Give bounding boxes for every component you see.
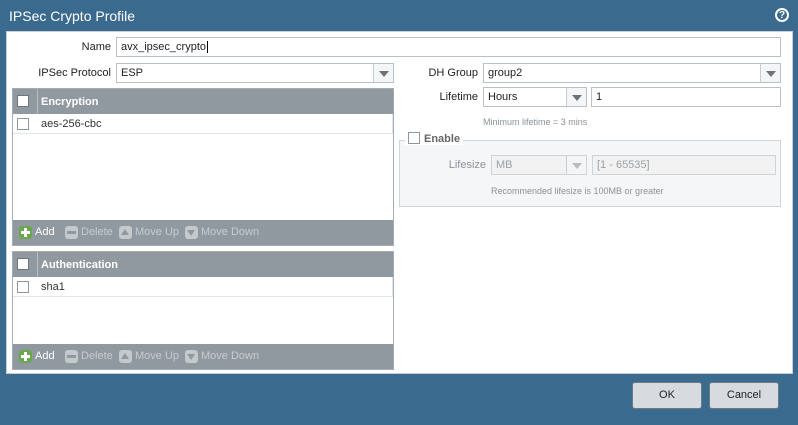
authentication-toolbar: Add Delete Move Up Move Down — [13, 344, 393, 369]
ipsec-protocol-label: IPSec Protocol — [38, 67, 111, 79]
authentication-column-header[interactable]: Authentication — [41, 259, 118, 271]
arrow-up-icon — [119, 226, 132, 239]
arrow-down-icon — [185, 350, 198, 363]
authentication-grid-header: Authentication — [13, 252, 393, 277]
encryption-grid-header: Encryption — [13, 89, 393, 114]
arrow-down-icon — [185, 226, 198, 239]
lifetime-unit-select[interactable]: Hours — [483, 87, 587, 107]
lifesize-hint: Recommended lifesize is 100MB or greater — [491, 186, 664, 196]
header-divider — [37, 252, 38, 277]
table-row[interactable]: sha1 — [13, 277, 393, 297]
header-divider — [37, 89, 38, 114]
move-up-label: Move Up — [135, 350, 180, 362]
row-checkbox[interactable] — [17, 118, 29, 130]
lifetime-hint: Minimum lifetime = 3 mins — [483, 117, 588, 127]
table-row[interactable]: aes-256-cbc — [13, 114, 393, 134]
add-label: Add — [35, 350, 55, 362]
dialog-body: Name avx_ipsec_crypto IPSec Protocol ESP… — [6, 31, 793, 374]
dh-group-select[interactable]: group2 — [483, 63, 781, 83]
encryption-grid: Encryption aes-256-cbc Add Delete Move U… — [12, 88, 394, 246]
delete-label: Delete — [81, 350, 113, 362]
lifesize-unit-value: MB — [496, 159, 513, 171]
authentication-value: sha1 — [41, 281, 65, 293]
chevron-down-icon[interactable] — [760, 64, 780, 82]
plus-icon — [19, 226, 32, 239]
chevron-down-icon[interactable] — [373, 64, 393, 82]
cancel-button[interactable]: Cancel — [709, 382, 779, 409]
minus-icon — [65, 350, 78, 363]
arrow-up-icon — [119, 350, 132, 363]
encryption-value: aes-256-cbc — [41, 118, 102, 130]
row-checkbox[interactable] — [17, 281, 29, 293]
lifetime-value-field[interactable]: 1 — [591, 87, 781, 107]
ipsec-protocol-select[interactable]: ESP — [116, 63, 394, 83]
authentication-grid: Authentication sha1 Add Delete Move Up M… — [12, 251, 394, 370]
ipsec-protocol-value: ESP — [121, 67, 144, 79]
encryption-toolbar: Add Delete Move Up Move Down — [13, 220, 393, 245]
move-down-label: Move Down — [201, 350, 260, 362]
add-authentication-button[interactable]: Add — [19, 350, 55, 364]
select-all-checkbox[interactable] — [17, 95, 29, 107]
text-cursor — [207, 41, 208, 53]
name-value: avx_ipsec_crypto — [121, 41, 206, 53]
lifesize-fieldset: Lifesize MB [1 - 65535] Recommended life… — [399, 140, 781, 207]
add-label: Add — [35, 226, 55, 238]
move-down-authentication-button[interactable]: Move Down — [185, 350, 259, 364]
delete-authentication-button[interactable]: Delete — [65, 350, 113, 364]
move-down-label: Move Down — [201, 226, 260, 238]
ipsec-crypto-profile-dialog: IPSec Crypto Profile ? Name avx_ipsec_cr… — [0, 0, 798, 425]
chevron-down-icon[interactable] — [566, 88, 586, 106]
move-up-encryption-button[interactable]: Move Up — [119, 226, 179, 240]
help-icon[interactable]: ? — [775, 8, 789, 22]
chevron-down-icon[interactable] — [566, 156, 586, 174]
name-label: Name — [81, 41, 111, 53]
lifesize-label: Lifesize — [448, 159, 486, 171]
dialog-titlebar: IPSec Crypto Profile ? — [0, 0, 798, 30]
enable-lifesize-toggle[interactable]: Enable — [405, 132, 464, 145]
scrollbar-track — [392, 114, 393, 134]
dh-group-value: group2 — [488, 67, 523, 79]
dialog-title: IPSec Crypto Profile — [9, 8, 136, 24]
delete-encryption-button[interactable]: Delete — [65, 226, 113, 240]
lifetime-unit-value: Hours — [488, 91, 518, 103]
encryption-column-header[interactable]: Encryption — [41, 96, 98, 108]
minus-icon — [65, 226, 78, 239]
lifesize-unit-select[interactable]: MB — [491, 155, 587, 175]
move-up-label: Move Up — [135, 226, 180, 238]
lifetime-value: 1 — [596, 91, 603, 103]
delete-label: Delete — [81, 226, 113, 238]
move-up-authentication-button[interactable]: Move Up — [119, 350, 179, 364]
ok-button[interactable]: OK — [632, 382, 702, 409]
lifetime-label: Lifetime — [439, 91, 478, 103]
select-all-checkbox[interactable] — [17, 258, 29, 270]
plus-icon — [19, 350, 32, 363]
enable-checkbox[interactable] — [408, 132, 420, 144]
scrollbar-track — [392, 277, 393, 297]
name-field[interactable]: avx_ipsec_crypto — [116, 37, 781, 57]
dh-group-label: DH Group — [428, 67, 478, 79]
add-encryption-button[interactable]: Add — [19, 226, 55, 240]
enable-label: Enable — [424, 133, 461, 145]
move-down-encryption-button[interactable]: Move Down — [185, 226, 259, 240]
lifesize-value-field[interactable]: [1 - 65535] — [592, 155, 776, 175]
lifesize-placeholder: [1 - 65535] — [597, 159, 650, 171]
